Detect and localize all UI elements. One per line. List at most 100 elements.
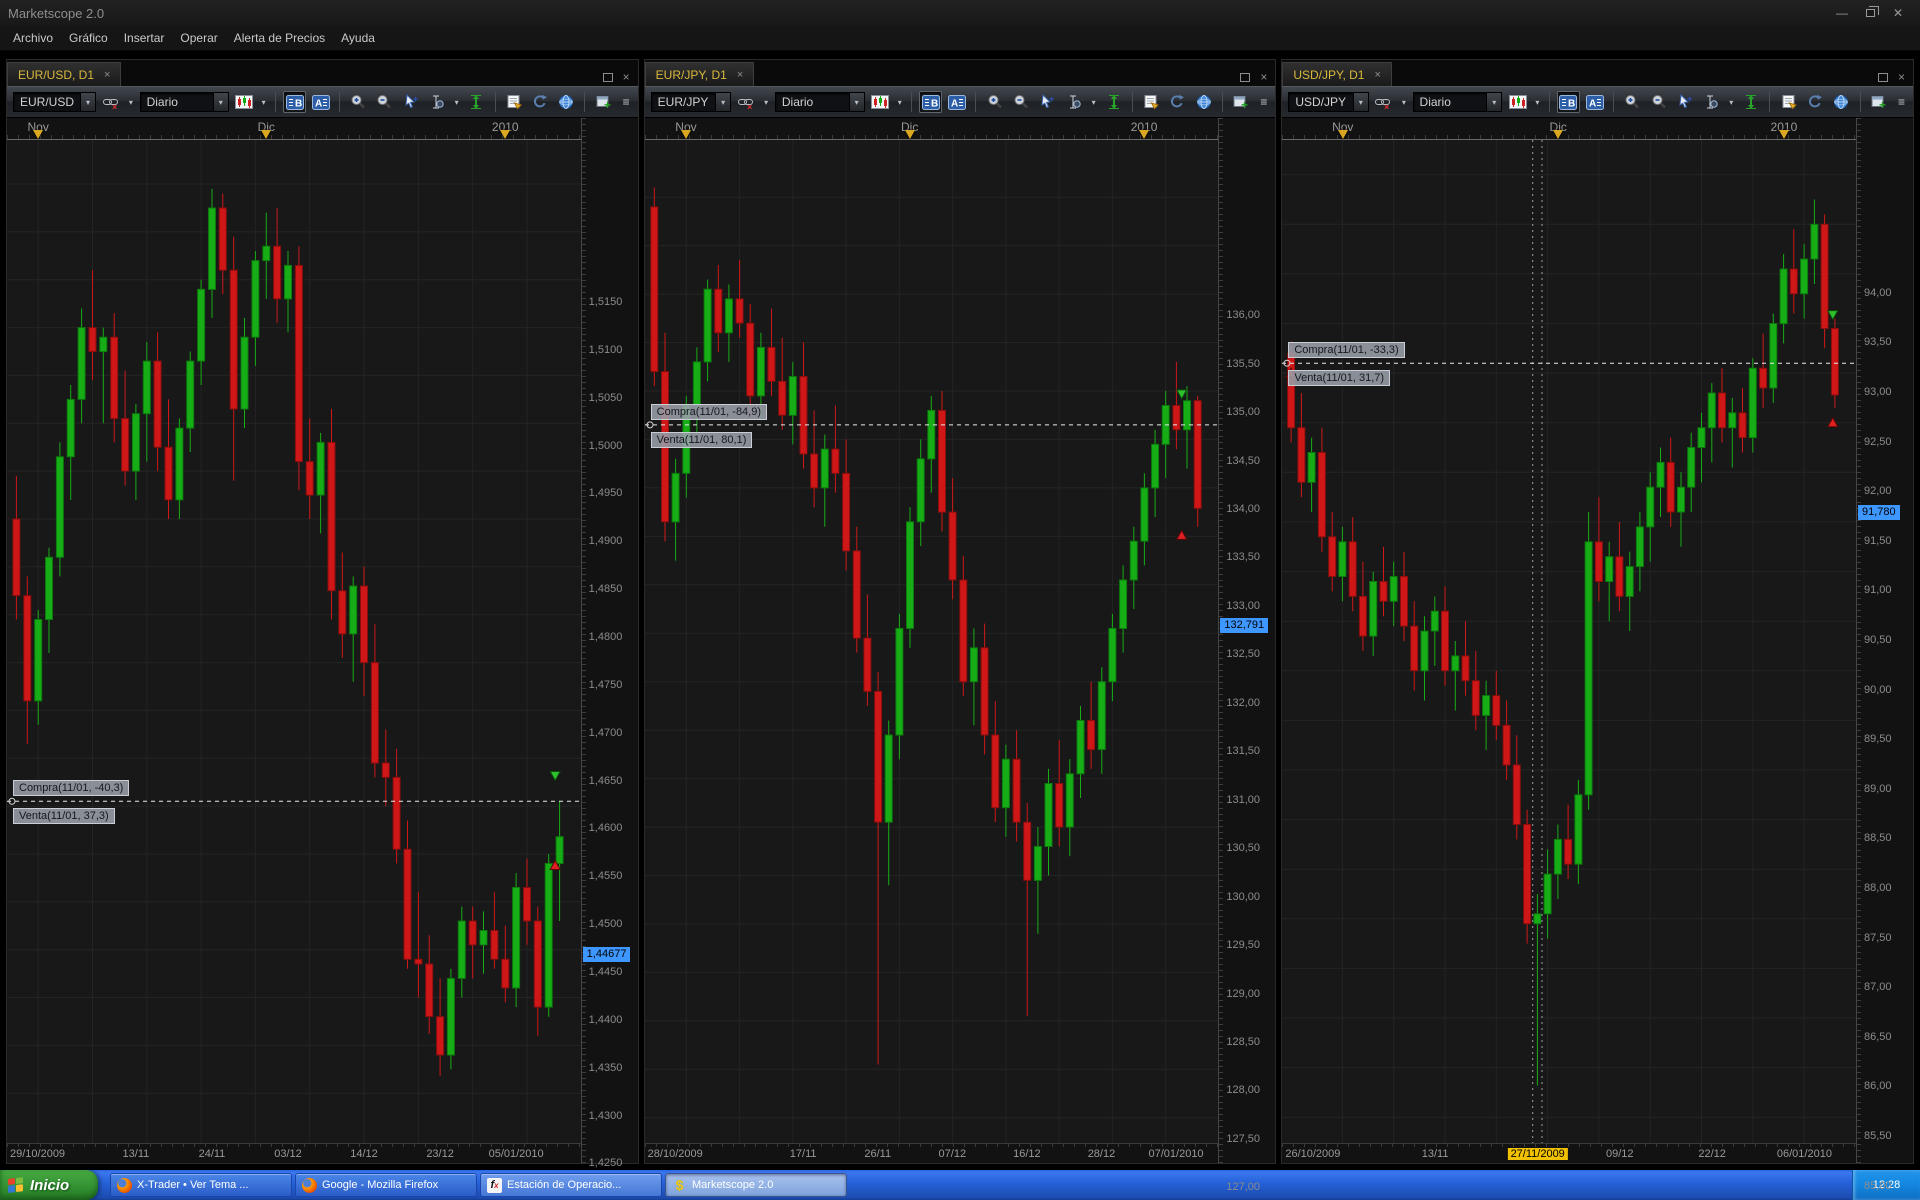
ask-line-toggle-icon[interactable]: A (310, 91, 332, 113)
period-select[interactable]: Diario▾ (775, 92, 865, 112)
new-chart-icon[interactable]: + (592, 91, 614, 113)
link-charts-icon[interactable]: × (100, 91, 122, 113)
bid-line-toggle-icon[interactable]: B (919, 91, 942, 113)
zoom-in-icon[interactable] (983, 91, 1005, 113)
menu-archivo[interactable]: Archivo (6, 28, 60, 48)
crosshair-icon[interactable] (1063, 91, 1085, 113)
pointer-icon[interactable]: + (1036, 91, 1058, 113)
taskbar-button-xtrader[interactable]: X-Trader • Ver Tema ... (110, 1173, 292, 1197)
crosshair-icon[interactable] (426, 91, 448, 113)
plot-area[interactable]: Compra(11/01, -40,3) Venta(11/01, 37,3) (7, 140, 581, 1143)
chevron-down-icon[interactable]: ▾ (762, 98, 771, 107)
chart-tab[interactable]: EUR/JPY, D1 × (645, 62, 755, 86)
menu-grafico[interactable]: Gráfico (62, 28, 115, 48)
symbol-select[interactable]: EUR/USD▾ (13, 92, 96, 112)
chart-panel: USD/JPY, D1 × × USD/JPY▾ × ▾ Diario▾ ▾ B… (1281, 59, 1914, 1164)
chart-tab[interactable]: EUR/USD, D1 × (7, 62, 121, 86)
bid-line-toggle-icon[interactable]: B (283, 91, 305, 113)
panel-maximize-icon[interactable] (1878, 73, 1888, 82)
ask-line-toggle-icon[interactable]: A (1584, 91, 1606, 113)
symbol-select[interactable]: EUR/JPY▾ (651, 92, 731, 112)
chevron-down-icon[interactable]: ▾ (1533, 98, 1542, 107)
refresh-icon[interactable] (1804, 91, 1826, 113)
menu-ayuda[interactable]: Ayuda (334, 28, 382, 48)
notes-icon[interactable] (1140, 91, 1162, 113)
price-tick-label: 1,5150 (589, 296, 623, 308)
sell-position-label[interactable]: Venta(11/01, 37,3) (13, 808, 115, 824)
buy-position-label[interactable]: Compra(11/01, -33,3) (1288, 342, 1404, 358)
refresh-icon[interactable] (1166, 91, 1188, 113)
date-label: 14/12 (350, 1148, 378, 1160)
chevron-down-icon[interactable]: ▾ (1727, 98, 1736, 107)
panel-close-icon[interactable]: × (1260, 72, 1267, 82)
taskbar-button-estacion[interactable]: fx Estación de Operacio... (480, 1173, 662, 1197)
taskbar-button-google[interactable]: Google - Mozilla Firefox (295, 1173, 477, 1197)
symbol-select[interactable]: USD/JPY▾ (1288, 92, 1368, 112)
menu-operar[interactable]: Operar (173, 28, 224, 48)
panel-close-icon[interactable]: × (1898, 72, 1905, 82)
date-label: 16/12 (1013, 1148, 1041, 1160)
chevron-down-icon[interactable]: ▾ (1089, 98, 1098, 107)
bid-line-toggle-icon[interactable]: B (1557, 91, 1580, 113)
period-select[interactable]: Diario▾ (1413, 92, 1503, 112)
chevron-down-icon[interactable]: ▾ (259, 98, 268, 107)
panel-maximize-icon[interactable] (603, 73, 613, 82)
chart-type-icon[interactable] (869, 91, 891, 113)
price-axis[interactable]: 94,0093,5093,0092,5092,0091,5091,0090,50… (1856, 118, 1913, 1163)
new-chart-icon[interactable]: + (1230, 91, 1252, 113)
link-charts-icon[interactable]: × (735, 91, 757, 113)
sell-position-label[interactable]: Venta(11/01, 31,7) (1288, 370, 1390, 386)
pointer-icon[interactable]: + (400, 91, 422, 113)
zoom-out-icon[interactable] (1010, 91, 1032, 113)
close-button[interactable]: ✕ (1884, 4, 1912, 22)
zoom-out-icon[interactable] (1647, 91, 1669, 113)
start-button[interactable]: Inicio (0, 1170, 98, 1200)
notes-icon[interactable] (1777, 91, 1799, 113)
tab-close-icon[interactable]: × (104, 69, 110, 81)
zoom-in-icon[interactable] (347, 91, 369, 113)
chart-type-icon[interactable] (233, 91, 255, 113)
measure-icon[interactable] (465, 91, 487, 113)
link-charts-icon[interactable]: × (1373, 91, 1395, 113)
zoom-out-icon[interactable] (373, 91, 395, 113)
buy-position-label[interactable]: Compra(11/01, -40,3) (13, 780, 129, 796)
panel-maximize-icon[interactable] (1240, 73, 1250, 82)
measure-icon[interactable] (1740, 91, 1762, 113)
toolbar-overflow-icon[interactable]: ≡ (1260, 95, 1269, 109)
toolbar-overflow-icon[interactable]: ≡ (1898, 95, 1907, 109)
pointer-icon[interactable]: + (1674, 91, 1696, 113)
tab-close-icon[interactable]: × (1374, 69, 1380, 81)
price-axis[interactable]: 1,51501,51001,50501,50001,49501,49001,48… (581, 118, 638, 1163)
toolbar-overflow-icon[interactable]: ≡ (623, 95, 632, 109)
chevron-down-icon[interactable]: ▾ (895, 98, 904, 107)
panel-close-icon[interactable]: × (623, 72, 630, 82)
chevron-down-icon[interactable]: ▾ (452, 98, 461, 107)
globe-icon[interactable] (555, 91, 577, 113)
chart-type-icon[interactable] (1506, 91, 1528, 113)
measure-icon[interactable] (1102, 91, 1124, 113)
plot-area[interactable]: Compra(11/01, -33,3) Venta(11/01, 31,7) (1282, 140, 1856, 1143)
zoom-in-icon[interactable] (1621, 91, 1643, 113)
tab-close-icon[interactable]: × (737, 69, 743, 81)
notes-icon[interactable] (503, 91, 525, 113)
svg-text:×: × (112, 102, 117, 110)
sell-position-label[interactable]: Venta(11/01, 80,1) (651, 432, 753, 448)
period-select[interactable]: Diario▾ (140, 92, 229, 112)
globe-icon[interactable] (1830, 91, 1852, 113)
globe-icon[interactable] (1193, 91, 1215, 113)
menu-alerta-precios[interactable]: Alerta de Precios (227, 28, 332, 48)
taskbar-button-marketscope[interactable]: $ Marketscope 2.0 (665, 1173, 847, 1197)
chevron-down-icon[interactable]: ▾ (126, 98, 135, 107)
ask-line-toggle-icon[interactable]: A (946, 91, 968, 113)
minimize-button[interactable]: — (1828, 4, 1856, 22)
menu-insertar[interactable]: Insertar (117, 28, 172, 48)
new-chart-icon[interactable]: + (1868, 91, 1890, 113)
buy-position-label[interactable]: Compra(11/01, -84,9) (651, 404, 767, 420)
refresh-icon[interactable] (529, 91, 551, 113)
price-axis[interactable]: 136,00135,50135,00134,50134,00133,50133,… (1218, 118, 1275, 1163)
chevron-down-icon[interactable]: ▾ (1399, 98, 1408, 107)
plot-area[interactable]: Compra(11/01, -84,9) Venta(11/01, 80,1) (645, 140, 1219, 1143)
restore-button[interactable] (1856, 4, 1884, 22)
crosshair-icon[interactable] (1700, 91, 1722, 113)
chart-tab[interactable]: USD/JPY, D1 × (1282, 62, 1392, 86)
